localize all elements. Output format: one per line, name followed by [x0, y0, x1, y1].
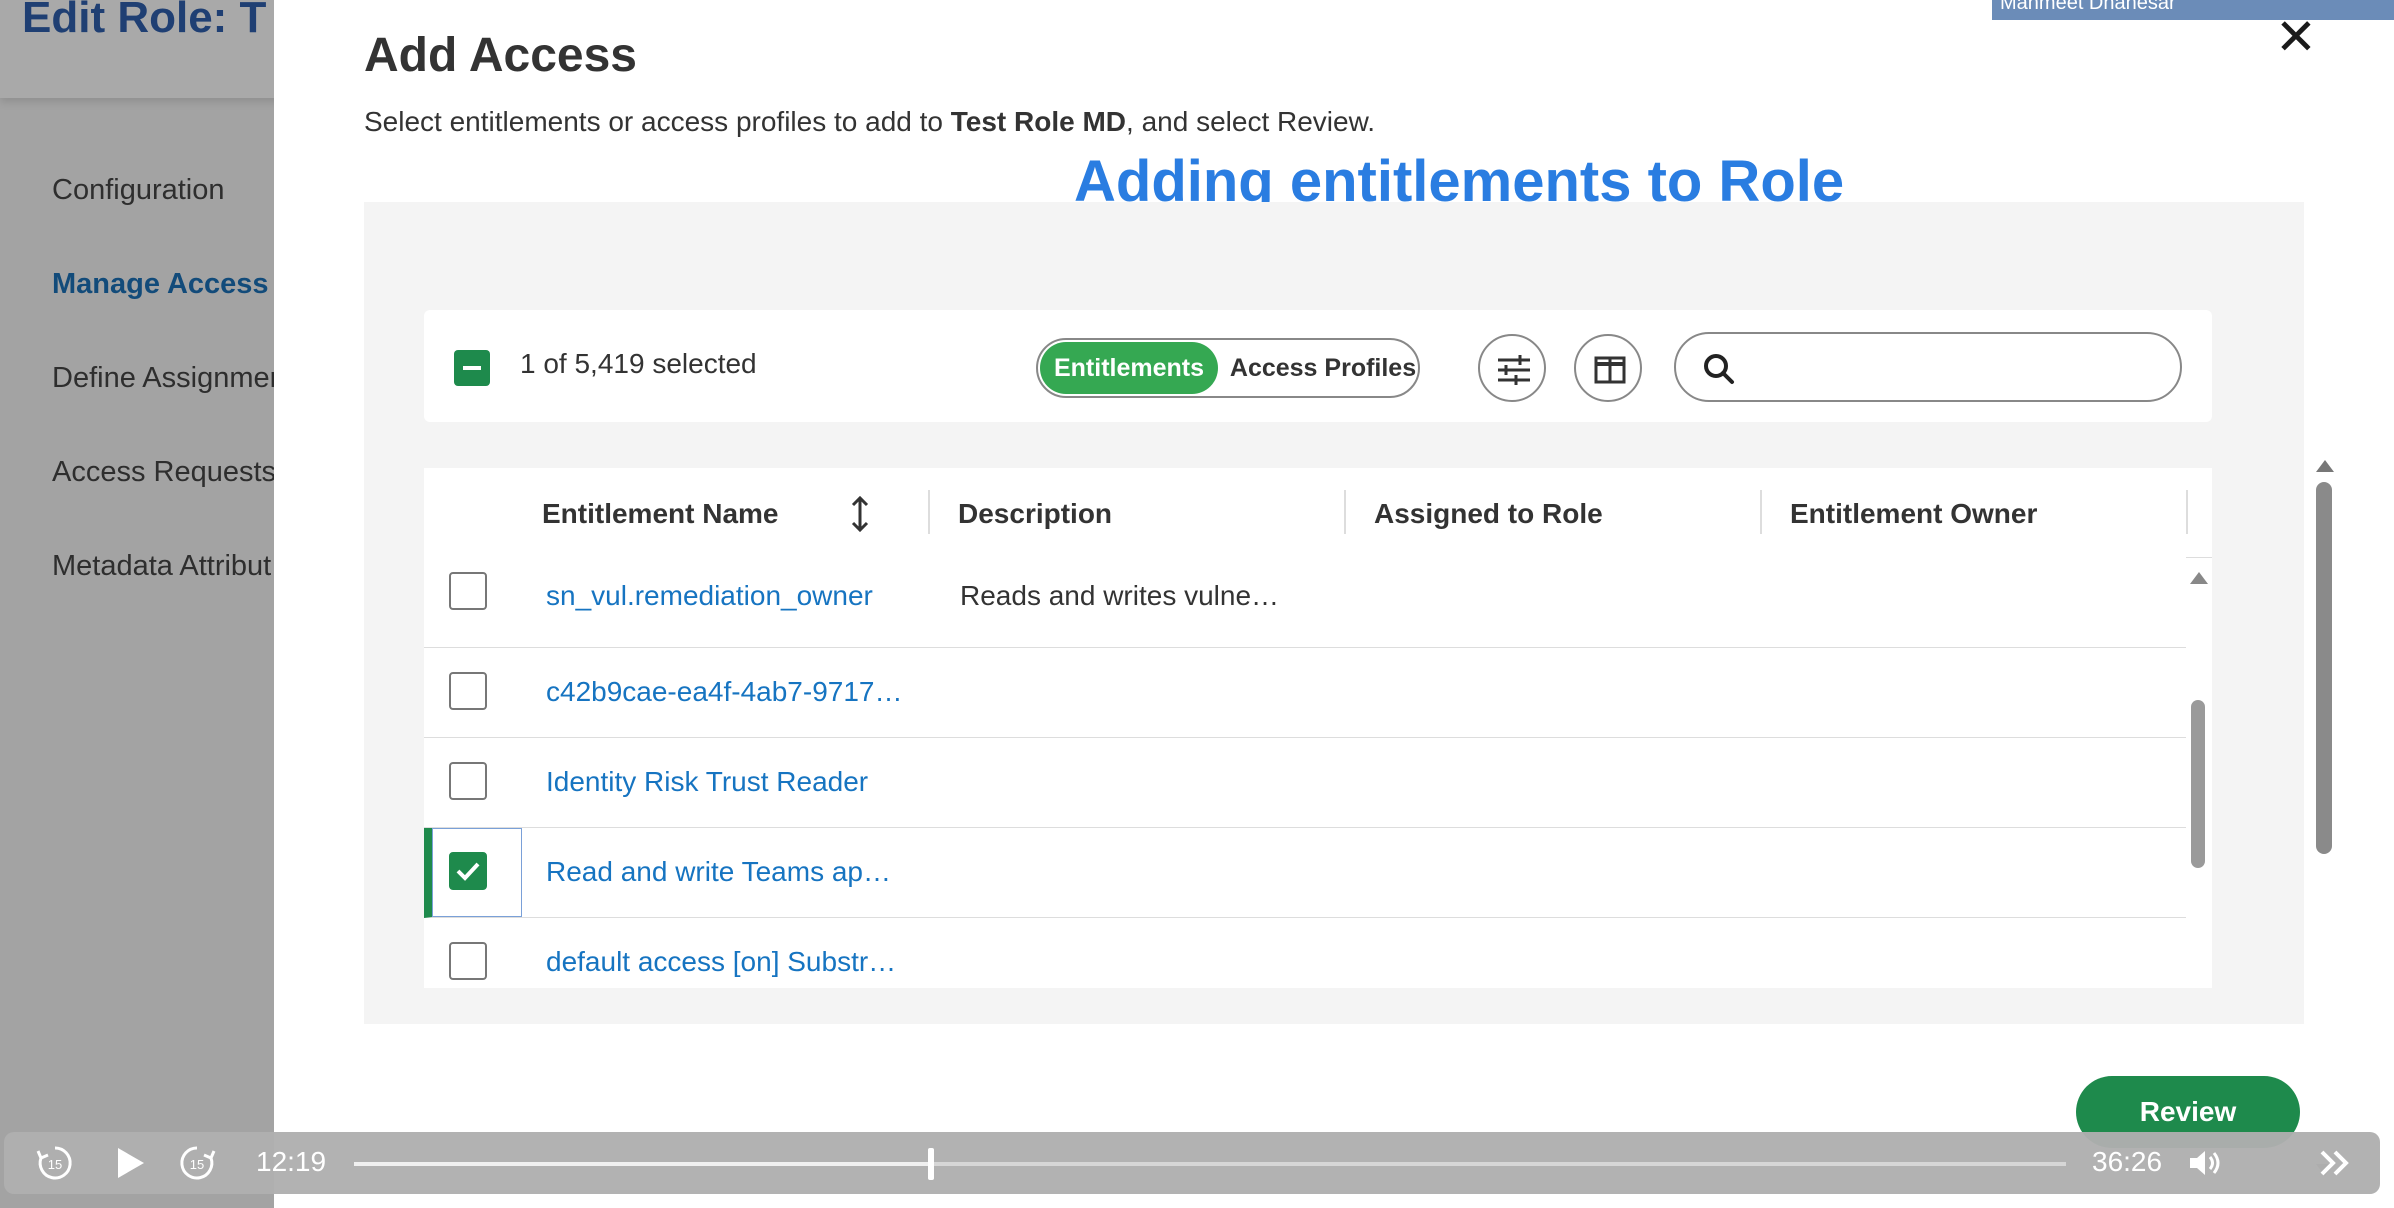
nav-item-metadata-attributes[interactable]: Metadata Attribut	[52, 546, 286, 640]
seek-bar[interactable]	[354, 1148, 2066, 1180]
panel-scroll-up-icon[interactable]	[2316, 460, 2334, 472]
sliders-icon	[1498, 355, 1530, 385]
volume-icon[interactable]	[2184, 1142, 2226, 1184]
selected-count: 1 of 5,419 selected	[520, 348, 757, 379]
subtitle-role-name: Test Role MD	[950, 106, 1127, 137]
add-access-modal: Manmeet Dhanesar Add Access ✕ Select ent…	[274, 0, 2394, 1208]
row-checkbox[interactable]	[449, 672, 487, 710]
column-header-owner[interactable]: Entitlement Owner	[1790, 498, 2037, 530]
content-panel: 1 of 5,419 selected Entitlements Access …	[364, 202, 2334, 1176]
table-toolbar: 1 of 5,419 selected Entitlements Access …	[424, 310, 2212, 422]
modal-subtitle: Select entitlements or access profiles t…	[364, 106, 1375, 138]
column-header-description[interactable]: Description	[958, 498, 1112, 530]
subtitle-suffix: , and select Review.	[1126, 106, 1376, 137]
sort-icon[interactable]	[848, 494, 872, 534]
type-toggle: Entitlements Access Profiles	[1036, 338, 1420, 398]
row-checkbox[interactable]	[449, 572, 487, 610]
total-time: 36:26	[2092, 1146, 2163, 1177]
page-title: Edit Role: T	[22, 0, 267, 42]
seek-bar-progress	[354, 1162, 931, 1166]
columns-icon	[1594, 356, 1626, 384]
skip-back-label: 15	[48, 1157, 62, 1172]
table-row-selected[interactable]: Read and write Teams ap…	[424, 828, 2186, 918]
webcam-overlay: Manmeet Dhanesar	[1992, 0, 2394, 20]
nav-item-configuration[interactable]: Configuration	[52, 170, 286, 264]
column-divider	[1344, 490, 1346, 534]
nav-item-manage-access[interactable]: Manage Access	[52, 264, 286, 358]
search-input[interactable]	[1674, 332, 2182, 402]
row-checkbox-checked[interactable]	[449, 852, 487, 890]
entitlement-description: Reads and writes vulne…	[960, 580, 1280, 611]
toggle-access-profiles[interactable]: Access Profiles	[1228, 342, 1418, 394]
seek-thumb[interactable]	[927, 1148, 934, 1180]
table-row[interactable]: default access [on] Substr…	[424, 918, 2186, 988]
select-all-checkbox[interactable]	[454, 350, 490, 386]
nav-item-access-requests[interactable]: Access Requests	[52, 452, 286, 546]
entitlement-name-link[interactable]: c42b9cae-ea4f-4ab7-9717…	[546, 676, 902, 708]
table-row[interactable]: Identity Risk Trust Reader	[424, 738, 2186, 828]
entitlement-name-link[interactable]: Identity Risk Trust Reader	[546, 766, 868, 798]
fast-forward-icon[interactable]	[2314, 1142, 2356, 1184]
check-icon	[456, 862, 480, 881]
modal-title: Add Access	[364, 29, 637, 82]
play-icon[interactable]	[108, 1142, 150, 1184]
column-divider	[1760, 490, 1762, 534]
skip-forward-15-icon[interactable]: 15	[176, 1142, 218, 1184]
skip-forward-label: 15	[190, 1157, 204, 1172]
table-row[interactable]: c42b9cae-ea4f-4ab7-9717…	[424, 648, 2186, 738]
filter-button[interactable]	[1478, 334, 1546, 402]
webcam-name: Manmeet Dhanesar	[2000, 0, 2176, 14]
table-row[interactable]: sn_vul.remediation_owner Reads and write…	[424, 542, 2186, 648]
entitlement-name-link[interactable]: Read and write Teams ap…	[546, 856, 891, 888]
table-scroll-thumb[interactable]	[2191, 700, 2205, 868]
search-icon	[1704, 354, 1734, 384]
video-player-bar: 15 15 12:19 36:26	[4, 1132, 2380, 1194]
entitlement-name-link[interactable]: default access [on] Substr…	[546, 946, 896, 978]
subtitle-prefix: Select entitlements or access profiles t…	[364, 106, 951, 137]
panel-scroll-thumb[interactable]	[2316, 482, 2332, 854]
column-header-assigned[interactable]: Assigned to Role	[1374, 498, 1603, 530]
current-time: 12:19	[256, 1146, 327, 1177]
skip-back-15-icon[interactable]: 15	[34, 1142, 76, 1184]
entitlement-name-link[interactable]: sn_vul.remediation_owner	[546, 580, 873, 612]
table-scroll-up-icon[interactable]	[2190, 572, 2208, 584]
column-divider	[928, 490, 930, 534]
toggle-entitlements[interactable]: Entitlements	[1040, 342, 1218, 394]
column-header-name[interactable]: Entitlement Name	[542, 498, 779, 530]
close-icon[interactable]: ✕	[2271, 12, 2321, 62]
row-checkbox[interactable]	[449, 942, 487, 980]
column-divider	[2186, 490, 2188, 534]
nav-item-define-assignment[interactable]: Define Assignmen	[52, 358, 286, 452]
row-checkbox[interactable]	[449, 762, 487, 800]
entitlements-table: Entitlement Name Description Assigned to…	[424, 468, 2212, 988]
side-nav: Configuration Manage Access Define Assig…	[52, 170, 286, 640]
columns-button[interactable]	[1574, 334, 1642, 402]
